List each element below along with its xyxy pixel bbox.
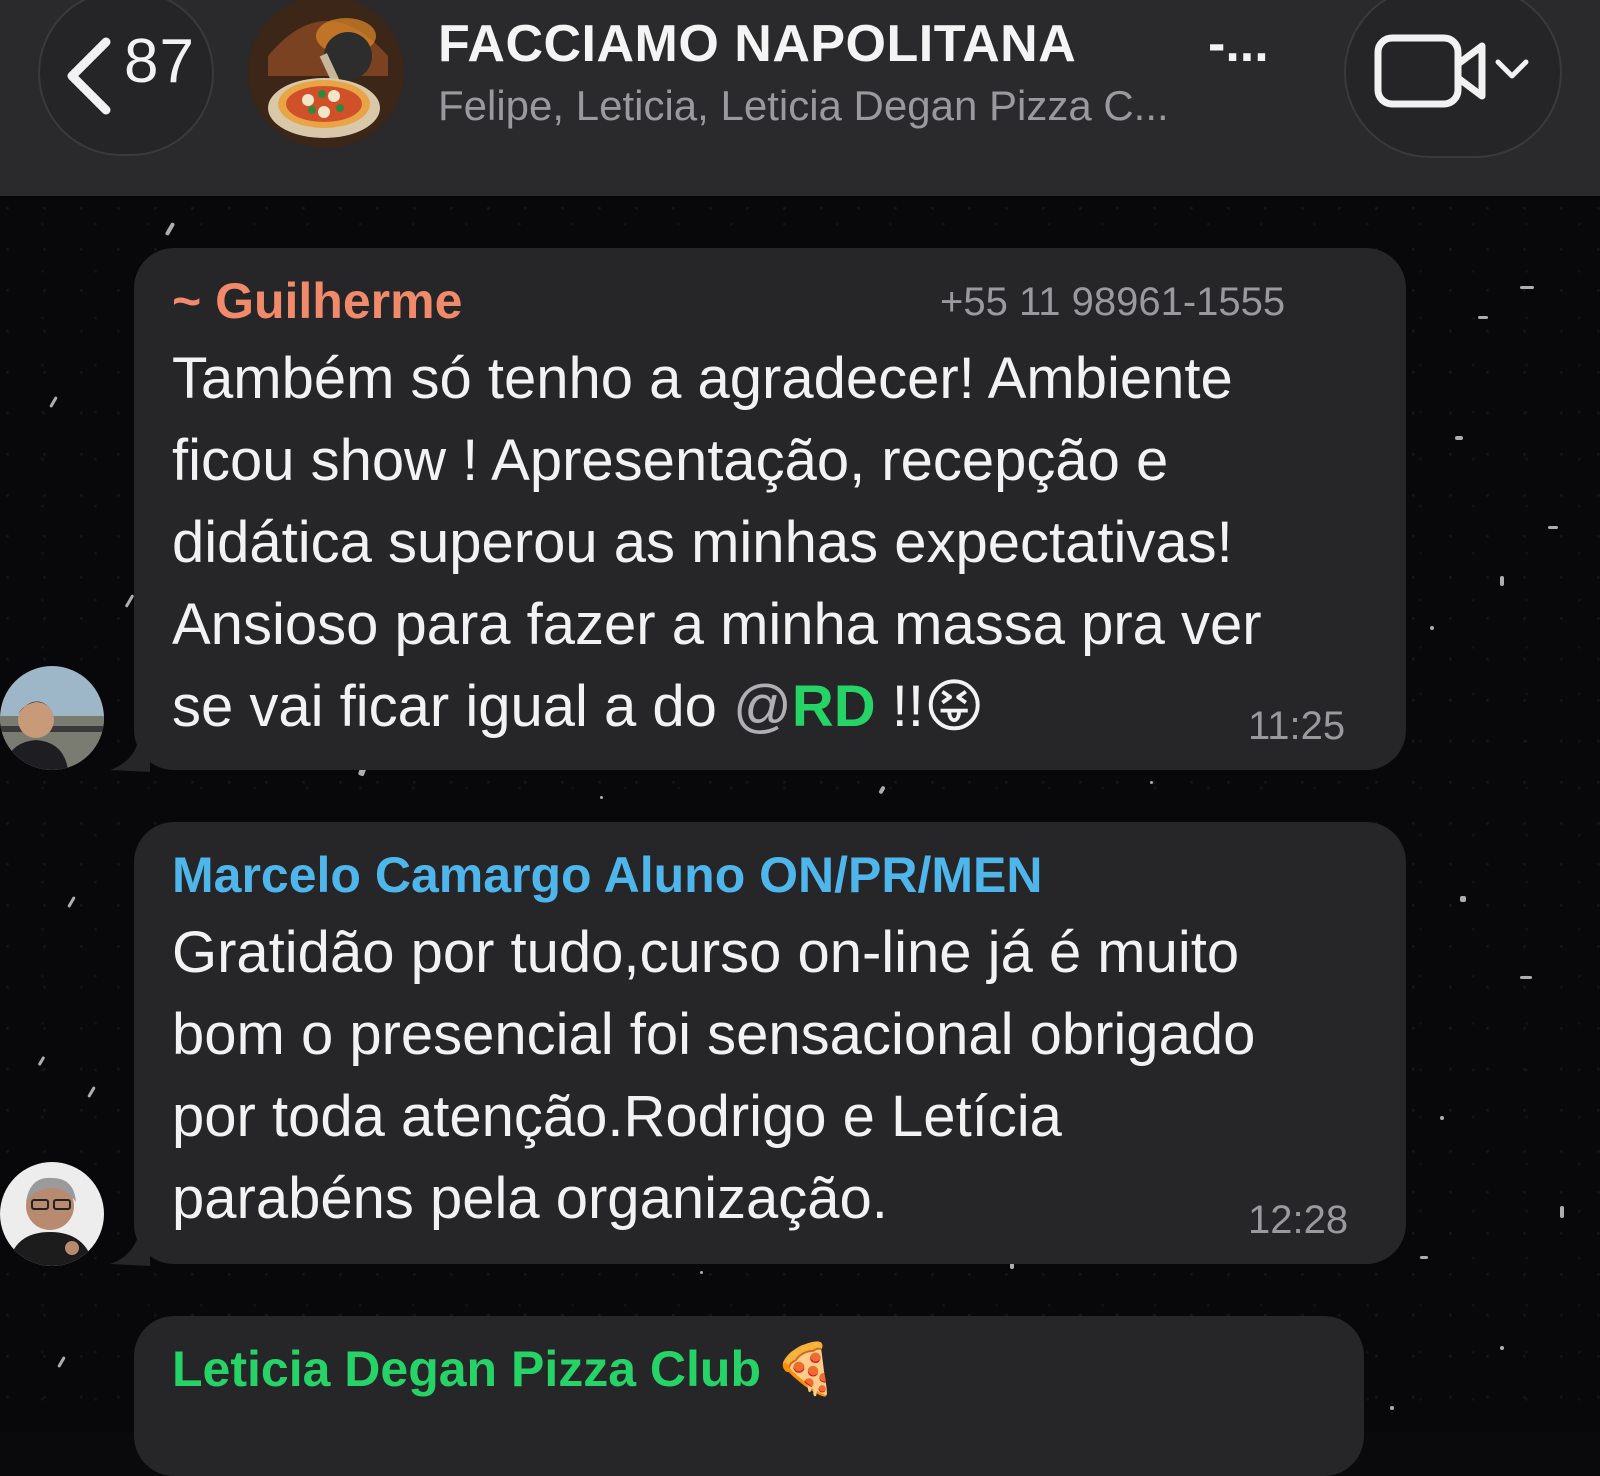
message-text-line: por toda atenção.Rodrigo e Letícia bbox=[172, 1084, 1062, 1149]
group-avatar[interactable] bbox=[248, 0, 404, 148]
message-text: se vai ficar igual a do bbox=[172, 674, 733, 739]
avatar-guilherme[interactable] bbox=[0, 666, 104, 770]
message-sender[interactable]: Marcelo Camargo Aluno ON/PR/MEN bbox=[172, 846, 1042, 904]
message-bubble[interactable]: ~ Guilherme +55 11 98961-1555 Também só … bbox=[134, 248, 1406, 770]
message-text-line: Também só tenho a agradecer! Ambiente bbox=[172, 346, 1233, 411]
chat-participants[interactable]: Felipe, Leticia, Leticia Degan Pizza C..… bbox=[438, 82, 1288, 130]
message-sender[interactable]: Leticia Degan Pizza Club 🍕 bbox=[172, 1340, 837, 1399]
message-bubble[interactable]: Leticia Degan Pizza Club 🍕 bbox=[134, 1316, 1364, 1476]
message-time: 11:25 bbox=[1248, 704, 1346, 748]
video-camera-icon bbox=[1374, 34, 1529, 108]
mention-at[interactable]: @ bbox=[733, 674, 792, 739]
message-text: !! bbox=[875, 674, 924, 739]
pizza-icon bbox=[248, 0, 404, 148]
chevron-down-icon bbox=[1495, 59, 1529, 79]
message-text-line: ficou show ! Apresentação, recepção e bbox=[172, 428, 1169, 493]
video-call-button[interactable] bbox=[1344, 0, 1562, 158]
mention-link[interactable]: RD bbox=[792, 674, 876, 739]
chat-header: 87 FACCIAMO NAPOLITANA -... Felipe, Leti… bbox=[0, 0, 1600, 196]
back-button[interactable]: 87 bbox=[38, 0, 214, 156]
message-bubble[interactable]: Marcelo Camargo Aluno ON/PR/MEN Gratidão… bbox=[134, 822, 1406, 1264]
message-text-line: Ansioso para fazer a minha massa pra ver bbox=[172, 592, 1262, 657]
message-text-line: Gratidão por tudo,curso on-line já é mui… bbox=[172, 920, 1240, 985]
chat-title-ellipsis: -... bbox=[1208, 15, 1269, 73]
chat-title[interactable]: FACCIAMO NAPOLITANA bbox=[438, 14, 1138, 74]
message-text-line: didática superou as minhas expectativas! bbox=[172, 510, 1233, 575]
emoji: 😝 bbox=[923, 674, 985, 739]
message-time: 12:28 bbox=[1248, 1198, 1349, 1242]
avatar-marcelo[interactable] bbox=[0, 1162, 104, 1266]
unread-count: 87 bbox=[124, 27, 195, 96]
chevron-left-icon bbox=[67, 37, 111, 115]
message-text-line: se vai ficar igual a do @RD !!😝 bbox=[172, 666, 984, 748]
message-sender[interactable]: ~ Guilherme bbox=[172, 272, 462, 330]
message-text-line: bom o presencial foi sensacional obrigad… bbox=[172, 1002, 1256, 1067]
message-text-line: parabéns pela organização. bbox=[172, 1166, 888, 1231]
sender-phone[interactable]: +55 11 98961-1555 bbox=[940, 280, 1285, 325]
